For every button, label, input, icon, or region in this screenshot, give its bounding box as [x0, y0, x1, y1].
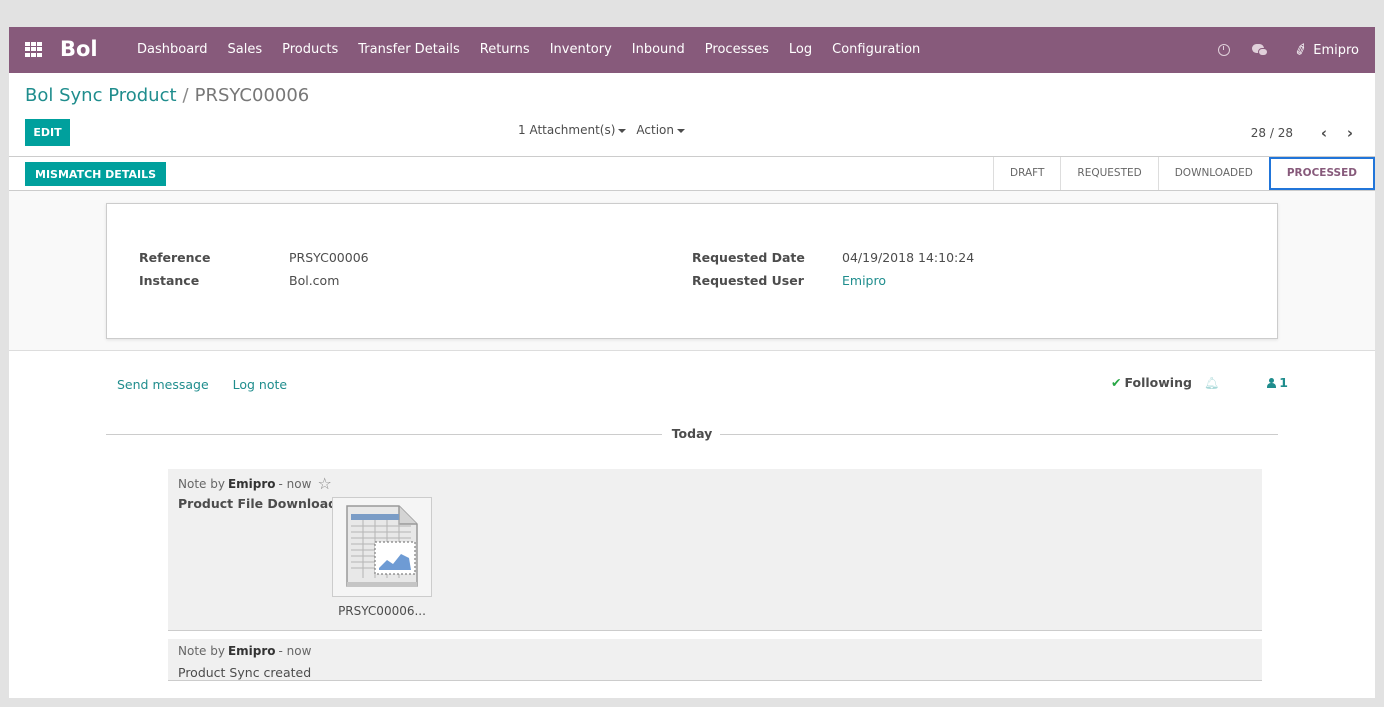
app-brand[interactable]: Bol — [60, 37, 98, 61]
message-header: Note by Emipro - now ☆ — [178, 474, 332, 493]
breadcrumb-separator: / — [182, 85, 189, 106]
breadcrumb: Bol Sync Product / PRSYC00006 — [25, 85, 309, 106]
menu-item-returns[interactable]: Returns — [470, 27, 540, 73]
following-label: Following — [1124, 375, 1192, 390]
systray: ✐ Emipro — [1217, 27, 1359, 73]
requested-date-label: Requested Date — [692, 250, 805, 265]
menu-item-transfer-details[interactable]: Transfer Details — [348, 27, 469, 73]
action-label: Action — [636, 123, 675, 137]
following-button[interactable]: ✔ Following — [1111, 375, 1192, 390]
menu-item-configuration[interactable]: Configuration — [822, 27, 930, 73]
caret-down-icon — [677, 128, 686, 133]
edit-button[interactable]: EDIT — [25, 119, 70, 146]
chevron-left-icon[interactable]: ‹ — [1317, 124, 1331, 142]
breadcrumb-parent[interactable]: Bol Sync Product — [25, 85, 177, 106]
reference-value: PRSYC00006 — [289, 250, 369, 265]
stage-processed[interactable]: PROCESSED — [1268, 157, 1375, 190]
message-prefix: Note by — [178, 476, 225, 491]
menu-item-dashboard[interactable]: Dashboard — [127, 27, 218, 73]
mismatch-details-button[interactable]: MISMATCH DETAILS — [25, 162, 167, 186]
chatter-message: Note by Emipro - now Product Sync create… — [168, 639, 1262, 681]
menu-item-inventory[interactable]: Inventory — [540, 27, 622, 73]
star-icon[interactable]: ☆ — [317, 474, 331, 493]
message-prefix: Note by — [178, 644, 225, 658]
instance-label: Instance — [139, 273, 200, 288]
attachment-name[interactable]: PRSYC00006... — [332, 604, 432, 618]
top-navbar: Bol Dashboard Sales Products Transfer De… — [9, 27, 1375, 73]
chatter-message: Note by Emipro - now ☆ Product File Down… — [168, 469, 1262, 631]
menu-item-log[interactable]: Log — [779, 27, 822, 73]
message-time: - now — [278, 644, 312, 658]
menu-item-processes[interactable]: Processes — [695, 27, 779, 73]
requested-date-value: 04/19/2018 14:10:24 — [842, 250, 975, 265]
message-author[interactable]: Emipro — [228, 644, 276, 658]
breadcrumb-current: PRSYC00006 — [194, 85, 310, 106]
phone-icon[interactable]: ✐ — [1292, 39, 1310, 60]
followers-button[interactable]: 1 — [1267, 375, 1288, 390]
attachments-label: 1 Attachment(s) — [518, 123, 616, 137]
log-note-button[interactable]: Log note — [233, 377, 287, 392]
stage-pipeline: DRAFT REQUESTED DOWNLOADED PROCESSED — [992, 157, 1375, 190]
action-dropdown[interactable]: Action — [636, 123, 686, 137]
person-icon — [1267, 377, 1277, 388]
main-menu: Dashboard Sales Products Transfer Detail… — [127, 27, 930, 73]
follow-area: ✔ Following 🔔︎ 1 — [1111, 375, 1288, 390]
menu-item-inbound[interactable]: Inbound — [622, 27, 695, 73]
pager-value[interactable]: 28 / 28 — [1251, 126, 1293, 140]
spreadsheet-file-icon — [346, 505, 418, 587]
message-time: - now — [278, 476, 312, 491]
chevron-right-icon[interactable]: › — [1343, 124, 1357, 142]
user-menu[interactable]: Emipro — [1313, 43, 1359, 58]
message-body: Product File Downloaded — [178, 496, 355, 511]
apps-icon[interactable] — [25, 42, 42, 57]
message-header: Note by Emipro - now — [178, 644, 311, 658]
stage-requested[interactable]: REQUESTED — [1060, 157, 1157, 190]
attachments-dropdown[interactable]: 1 Attachment(s) — [518, 123, 627, 137]
stage-downloaded[interactable]: DOWNLOADED — [1157, 157, 1269, 190]
send-message-button[interactable]: Send message — [117, 377, 209, 392]
app-window: Bol Dashboard Sales Products Transfer De… — [9, 27, 1375, 698]
instance-value: Bol.com — [289, 273, 340, 288]
sidebar-actions: 1 Attachment(s) Action — [518, 123, 695, 137]
day-separator: Today — [106, 423, 1278, 443]
check-icon: ✔ — [1111, 375, 1122, 390]
bell-icon[interactable]: 🔔︎ — [1204, 376, 1219, 390]
message-author[interactable]: Emipro — [228, 477, 276, 491]
chatter-topbar: Send message Log note — [117, 377, 307, 392]
form-sheet: Reference PRSYC00006 Instance Bol.com Re… — [106, 203, 1278, 339]
followers-count: 1 — [1279, 375, 1288, 390]
form-statusbar: MISMATCH DETAILS DRAFT REQUESTED DOWNLOA… — [9, 156, 1375, 191]
reference-label: Reference — [139, 250, 211, 265]
day-label: Today — [671, 426, 713, 441]
stage-draft[interactable]: DRAFT — [992, 157, 1060, 190]
message-body: Product Sync created — [178, 665, 312, 680]
menu-item-products[interactable]: Products — [272, 27, 348, 73]
chat-icon[interactable] — [1251, 43, 1269, 57]
requested-user-link[interactable]: Emipro — [842, 273, 886, 288]
menu-item-sales[interactable]: Sales — [218, 27, 273, 73]
requested-user-label: Requested User — [692, 273, 804, 288]
pager: 28 / 28 ‹ › — [1251, 124, 1357, 142]
attachment-thumbnail[interactable] — [332, 497, 432, 597]
clock-icon[interactable] — [1217, 44, 1230, 56]
caret-down-icon — [618, 128, 627, 133]
